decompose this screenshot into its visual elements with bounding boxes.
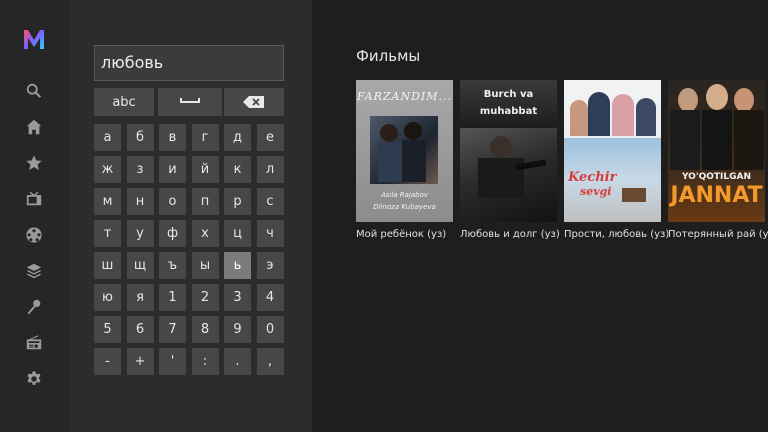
keyboard-mode-label: abc	[112, 94, 136, 110]
keyboard-key[interactable]: ъ	[159, 252, 186, 279]
keyboard-key[interactable]: к	[224, 156, 251, 183]
poster-credit: Dilnoza Kubayeva	[373, 203, 436, 211]
keyboard-key[interactable]: 0	[256, 316, 284, 343]
keyboard-key[interactable]: '	[159, 348, 186, 375]
poster-title: muhabbat	[479, 106, 538, 117]
results-panel: Фильмы FARZANDIM... Asila Rajabov Dilnoz…	[312, 0, 768, 432]
keyboard-key[interactable]: ,	[256, 348, 284, 375]
keyboard-key[interactable]: .	[224, 348, 251, 375]
nav-rail	[0, 0, 70, 432]
keyboard-key[interactable]: п	[191, 188, 219, 215]
keyboard-key[interactable]: :	[191, 348, 219, 375]
keyboard-key[interactable]: ь	[224, 252, 251, 279]
gear-icon[interactable]	[24, 369, 44, 389]
keyboard-key[interactable]: 8	[191, 316, 219, 343]
keyboard-key[interactable]: э	[256, 252, 284, 279]
keyboard-key[interactable]: +	[126, 348, 154, 375]
home-icon[interactable]	[24, 117, 44, 137]
keyboard-key[interactable]: а	[94, 124, 121, 151]
layers-icon[interactable]	[24, 261, 44, 281]
keyboard-key[interactable]: т	[94, 220, 121, 247]
keyboard-key[interactable]: ф	[159, 220, 186, 247]
keyboard-key[interactable]: м	[94, 188, 121, 215]
movie-card[interactable]: FARZANDIM... Asila Rajabov Dilnoza Kubay…	[356, 80, 453, 240]
keyboard-key[interactable]: х	[191, 220, 219, 247]
search-icon[interactable]	[24, 81, 44, 101]
radio-icon[interactable]	[24, 333, 44, 353]
movie-title: Любовь и долг (уз)	[460, 229, 560, 240]
poster-title: Kechir	[568, 170, 617, 185]
keyboard-key[interactable]: д	[224, 124, 251, 151]
keyboard-key[interactable]: л	[256, 156, 284, 183]
microphone-icon[interactable]	[24, 297, 44, 317]
movie-poster: YO'QOTILGAN JANNAT	[668, 80, 765, 222]
section-title: Фильмы	[356, 47, 421, 65]
space-bar-icon	[180, 98, 200, 103]
poster-title: YO'QOTILGAN	[681, 172, 751, 182]
movie-title: Прости, любовь (уз)	[564, 229, 670, 240]
keyboard-key[interactable]: ш	[94, 252, 121, 279]
keyboard-key[interactable]: 9	[224, 316, 251, 343]
m-logo-icon[interactable]	[23, 28, 45, 50]
movie-title: Мой ребёнок (уз)	[356, 229, 447, 240]
search-input[interactable]: любовь	[94, 45, 284, 81]
movie-poster: Burch va muhabbat	[460, 80, 557, 222]
keyboard-key[interactable]: 6	[126, 316, 154, 343]
poster-title: Burch va	[483, 89, 534, 100]
keyboard-key[interactable]: -	[94, 348, 121, 375]
keyboard-key[interactable]: в	[159, 124, 186, 151]
movie-title: Потерянный рай (уз)	[668, 229, 768, 240]
poster-title: JANNAT	[670, 183, 763, 208]
keyboard-key[interactable]: 5	[94, 316, 121, 343]
film-reel-icon[interactable]	[24, 225, 44, 245]
keyboard-key[interactable]: 4	[256, 284, 284, 311]
keyboard-key[interactable]: 3	[224, 284, 251, 311]
keyboard-mode-button[interactable]: abc	[94, 88, 154, 116]
keyboard-key[interactable]: р	[224, 188, 251, 215]
keyboard-key[interactable]: с	[256, 188, 284, 215]
keyboard-key[interactable]: г	[191, 124, 219, 151]
keyboard-key[interactable]: ы	[191, 252, 219, 279]
keyboard-key[interactable]: 2	[191, 284, 219, 311]
movie-card[interactable]: Burch va muhabbat Любовь и долг (уз)	[460, 80, 560, 240]
keyboard-key[interactable]: я	[126, 284, 154, 311]
movie-poster: FARZANDIM... Asila Rajabov Dilnoza Kubay…	[356, 80, 453, 222]
keyboard-panel: любовь abc абвгде жзийкл мнопрс туфхцч шщъыь…	[70, 0, 312, 432]
keyboard-key[interactable]: щ	[126, 252, 154, 279]
keyboard-key[interactable]: 7	[159, 316, 186, 343]
keyboard-key[interactable]: у	[126, 220, 154, 247]
movie-poster: Kechir sevgi	[564, 80, 661, 222]
keyboard-key[interactable]: и	[159, 156, 186, 183]
keyboard-key[interactable]: ю	[94, 284, 121, 311]
keyboard-key[interactable]: о	[159, 188, 186, 215]
keyboard-key[interactable]: б	[126, 124, 154, 151]
star-icon[interactable]	[24, 153, 44, 173]
keyboard-key[interactable]: ц	[224, 220, 251, 247]
space-button[interactable]	[158, 88, 222, 116]
backspace-icon	[243, 96, 264, 108]
keyboard-key[interactable]: 1	[159, 284, 186, 311]
keyboard-key[interactable]: з	[126, 156, 154, 183]
keyboard-key[interactable]: ж	[94, 156, 121, 183]
poster-title: FARZANDIM...	[356, 90, 453, 103]
movie-card[interactable]: YO'QOTILGAN JANNAT Потерянный рай (уз)	[668, 80, 768, 240]
keyboard-key[interactable]: н	[126, 188, 154, 215]
poster-credit: Asila Rajabov	[380, 191, 429, 199]
tv-icon[interactable]	[24, 189, 44, 209]
poster-title: sevgi	[580, 185, 612, 198]
backspace-button[interactable]	[224, 88, 284, 116]
movie-card[interactable]: Kechir sevgi Прости, любовь (уз)	[564, 80, 670, 240]
keyboard-key[interactable]: е	[256, 124, 284, 151]
keyboard-key[interactable]: й	[191, 156, 219, 183]
keyboard-key[interactable]: ч	[256, 220, 284, 247]
